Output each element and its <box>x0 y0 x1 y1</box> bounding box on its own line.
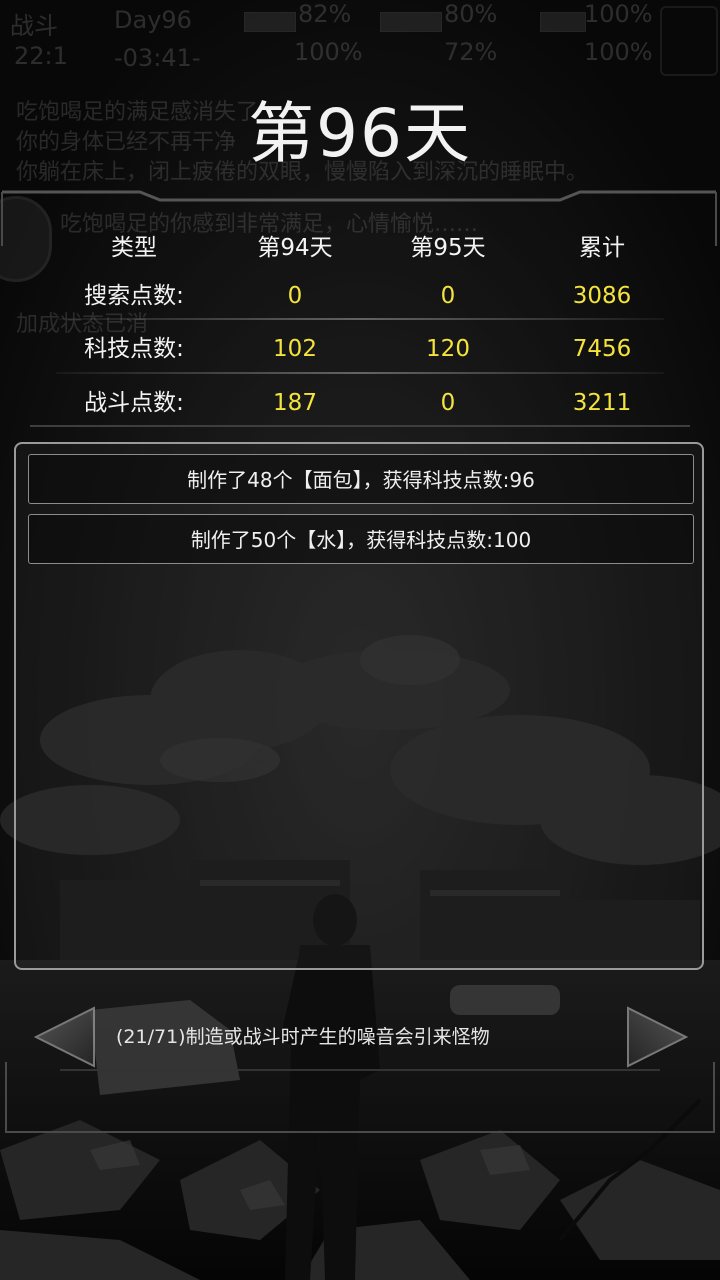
header-day94: 第94天 <box>257 235 333 261</box>
header-day95: 第95天 <box>410 235 486 261</box>
event-log-panel[interactable]: 制作了48个【面包】，获得科技点数:96 制作了50个【水】，获得科技点数:10… <box>14 442 704 970</box>
row-divider <box>56 372 664 374</box>
triangle-left-icon <box>33 1006 95 1068</box>
row-label: 战斗点数: <box>84 390 184 416</box>
stats-header-row: 类型 第94天 第95天 累计 <box>0 228 720 268</box>
row-day94-value: 187 <box>273 390 317 416</box>
row-label: 搜索点数: <box>84 283 184 309</box>
log-entry: 制作了48个【面包】，获得科技点数:96 <box>28 454 694 504</box>
prev-tip-button[interactable] <box>30 1004 100 1070</box>
row-day95-value: 120 <box>426 336 470 362</box>
row-total-value: 7456 <box>572 336 632 362</box>
tip-bar <box>0 990 720 1140</box>
row-total-value: 3211 <box>572 390 632 416</box>
tip-frame-border <box>5 1062 715 1133</box>
next-tip-button[interactable] <box>622 1004 692 1070</box>
day-title: 第96天 <box>248 95 472 172</box>
triangle-right-icon <box>627 1006 689 1068</box>
stats-row-search: 搜索点数: 0 0 3086 <box>0 276 720 316</box>
header-type: 类型 <box>111 235 157 261</box>
row-day95-value: 0 <box>440 390 456 416</box>
row-day94-value: 0 <box>287 283 303 309</box>
tip-text: (21/71)制造或战斗时产生的噪音会引来怪物 <box>116 1026 490 1048</box>
row-total-value: 3086 <box>572 283 632 309</box>
log-entry: 制作了50个【水】，获得科技点数:100 <box>28 514 694 564</box>
stats-row-combat: 战斗点数: 187 0 3211 <box>0 383 720 423</box>
row-day95-value: 0 <box>440 283 456 309</box>
row-label: 科技点数: <box>84 336 184 362</box>
row-divider <box>56 318 664 320</box>
row-day94-value: 102 <box>273 336 317 362</box>
header-total: 累计 <box>579 235 625 261</box>
stats-row-tech: 科技点数: 102 120 7456 <box>0 329 720 369</box>
